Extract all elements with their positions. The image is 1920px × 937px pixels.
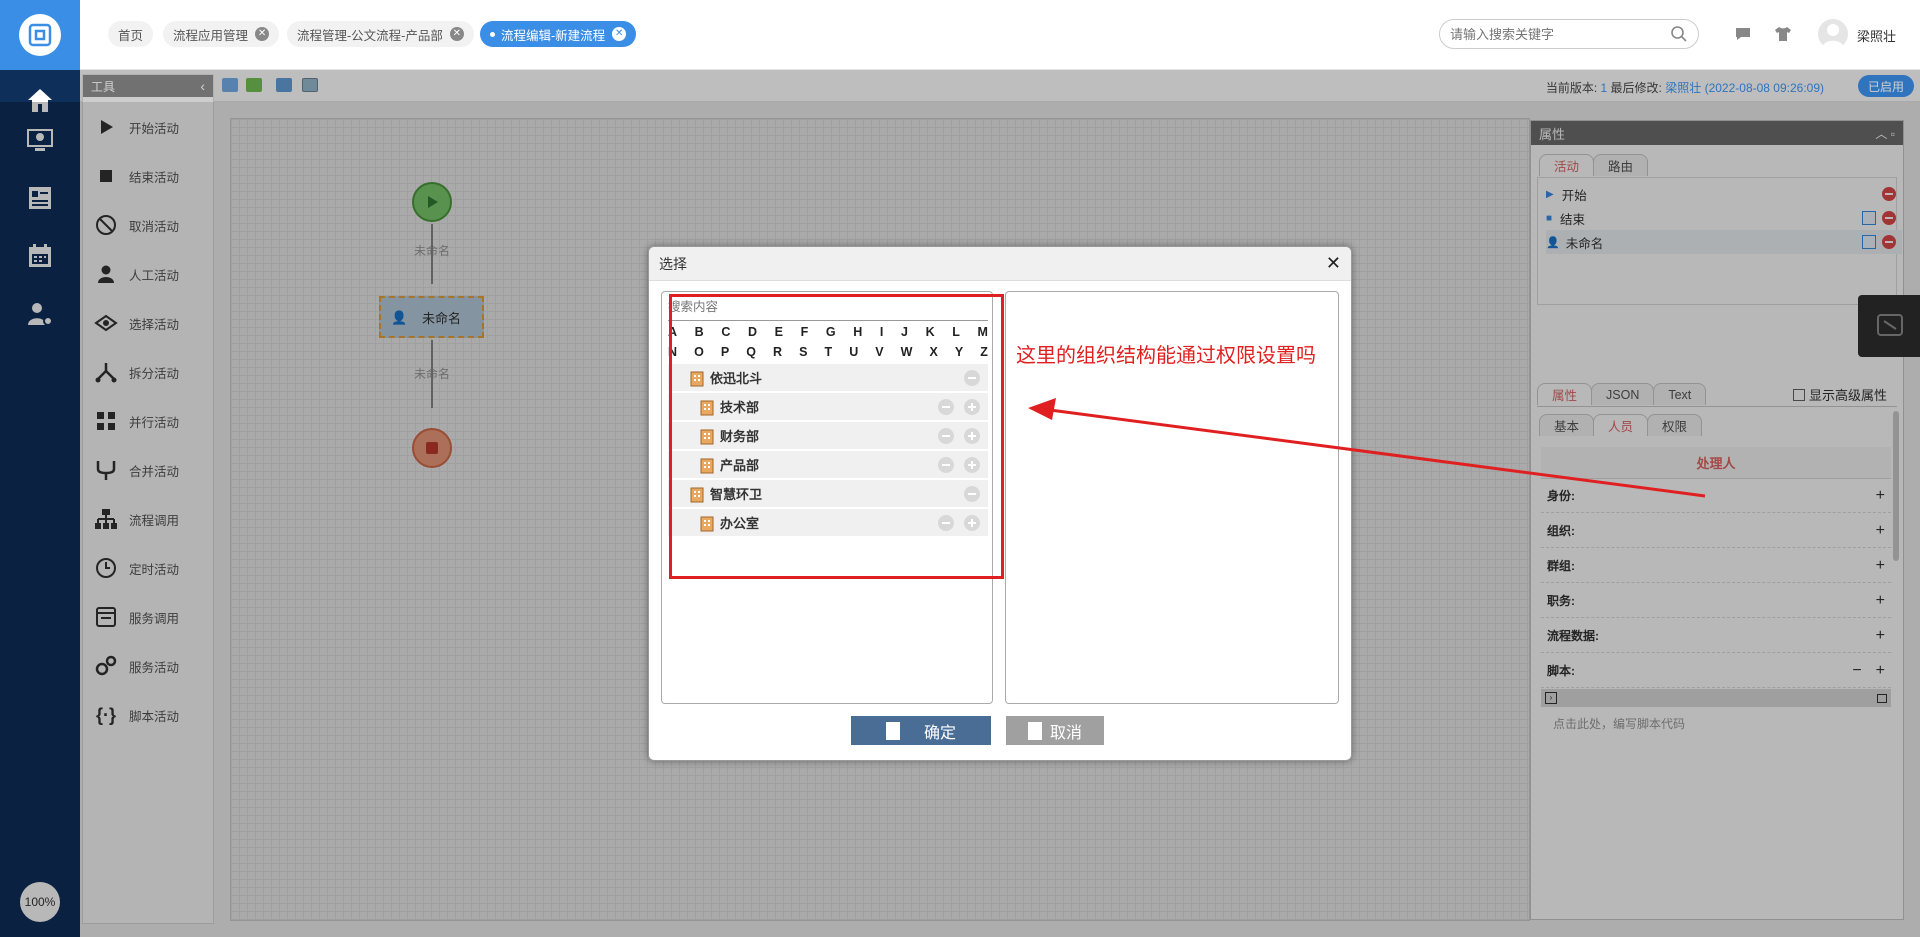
message-icon[interactable]: [1734, 26, 1752, 45]
cancel-label: 取消: [1049, 724, 1082, 742]
tab-process-mgmt[interactable]: 流程管理-公文流程-产品部 ✕: [287, 21, 474, 47]
search-icon[interactable]: [1670, 25, 1688, 43]
document-icon: [885, 721, 900, 740]
tab-label: 流程管理-公文流程-产品部: [297, 28, 443, 43]
shirt-icon[interactable]: [1774, 26, 1792, 45]
annotation-highlight-box: [669, 294, 1004, 579]
confirm-label: 确定: [923, 724, 956, 742]
top-bar: 首页 流程应用管理 ✕ 流程管理-公文流程-产品部 ✕ 流程编辑-新建流程 ✕ 梁照壮: [80, 0, 1920, 70]
user-name[interactable]: 梁照壮: [1857, 26, 1896, 45]
floating-action[interactable]: [1858, 295, 1920, 357]
search-box: [1439, 19, 1699, 49]
app-logo[interactable]: [0, 0, 80, 70]
close-icon[interactable]: ✕: [255, 27, 270, 41]
active-dot: [490, 31, 495, 37]
dialog-title: 选择: [659, 255, 687, 272]
confirm-button[interactable]: 确定: [851, 716, 991, 745]
document-icon: [1027, 721, 1042, 740]
close-icon[interactable]: ✕: [1326, 253, 1341, 274]
tab-label: 流程应用管理: [173, 28, 249, 43]
cancel-button[interactable]: 取消: [1006, 716, 1104, 745]
tab-process-edit[interactable]: 流程编辑-新建流程 ✕: [480, 21, 637, 47]
modal-backdrop: [80, 70, 1920, 102]
tab-home[interactable]: 首页: [108, 21, 154, 47]
dialog-header: 选择 ✕: [649, 247, 1351, 281]
tab-process-app-mgmt[interactable]: 流程应用管理 ✕: [163, 21, 280, 47]
video-icon: [1877, 314, 1903, 336]
avatar[interactable]: [1818, 19, 1848, 49]
close-icon[interactable]: ✕: [612, 27, 627, 41]
tab-label: 首页: [118, 28, 144, 43]
search-input[interactable]: [1450, 26, 1670, 42]
select-dialog: 选择 ✕ ABCDEFGHIJKLM NOPQRSTUVWXYZ 依迅北斗 技术…: [648, 246, 1352, 761]
close-icon[interactable]: ✕: [449, 27, 464, 41]
annotation-text: 这里的组织结构能通过权限设置吗: [1016, 345, 1316, 367]
tab-label: 流程编辑-新建流程: [501, 28, 606, 43]
logo-icon: [19, 14, 61, 56]
